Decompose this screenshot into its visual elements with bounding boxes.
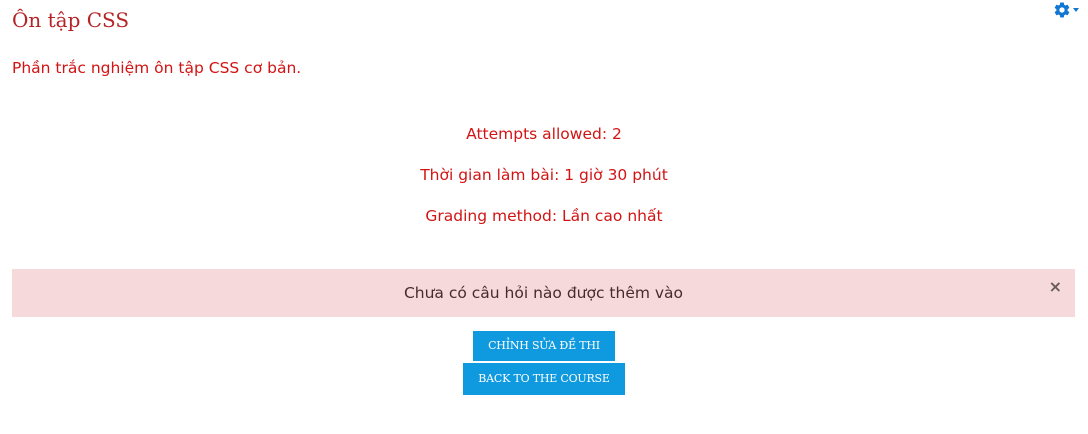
back-to-course-button[interactable]: BACK TO THE COURSE xyxy=(463,363,625,395)
grading-method: Grading method: Lần cao nhất xyxy=(425,207,663,225)
edit-quiz-button[interactable]: CHỈNH SỬA ĐỀ THI xyxy=(473,331,615,361)
gear-icon xyxy=(1053,1,1071,19)
settings-menu-toggle[interactable] xyxy=(1053,1,1079,19)
no-questions-alert: Chưa có câu hỏi nào được thêm vào × xyxy=(12,269,1075,317)
quiz-intro: Phần trắc nghiệm ôn tập CSS cơ bản. xyxy=(12,59,302,77)
quiz-info: Attempts allowed: 2 Thời gian làm bài: 1… xyxy=(0,122,1088,245)
quiz-actions: CHỈNH SỬA ĐỀ THI BACK TO THE COURSE xyxy=(0,331,1088,395)
close-icon[interactable]: × xyxy=(1049,279,1062,295)
caret-down-icon xyxy=(1073,8,1079,12)
time-limit: Thời gian làm bài: 1 giờ 30 phút xyxy=(420,166,668,184)
alert-message: Chưa có câu hỏi nào được thêm vào xyxy=(403,284,684,302)
page-title: Ôn tập CSS xyxy=(12,8,130,32)
attempts-allowed: Attempts allowed: 2 xyxy=(466,125,622,143)
